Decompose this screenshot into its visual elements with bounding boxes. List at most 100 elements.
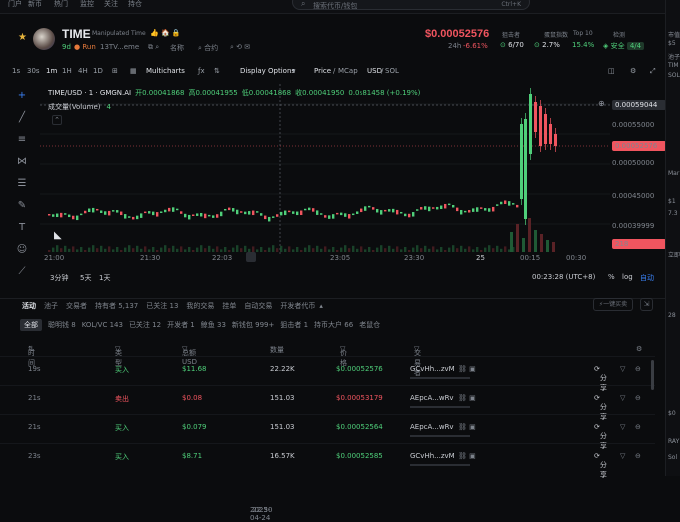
filter-followed[interactable]: 已关注 12	[129, 320, 161, 330]
filter-dev[interactable]: 开发者 1	[167, 320, 195, 330]
table-settings-icon[interactable]: ⚙	[636, 345, 642, 353]
emoji-icon[interactable]: ☺	[16, 244, 28, 256]
usd-toggle[interactable]: USD	[367, 67, 382, 75]
table-row[interactable]: 23s 买入 $8.71 16.57K $0.00052585 GCvHh...zvM ⛓ …	[0, 443, 655, 479]
mcap-toggle[interactable]: MCap	[338, 67, 358, 75]
settings-icon[interactable]: ⚙	[630, 67, 636, 75]
filter-icon[interactable]: ▽	[620, 452, 625, 460]
tab-pools[interactable]: 池子	[44, 301, 58, 311]
col-price[interactable]: 价格 ▽	[340, 345, 347, 367]
filter-all[interactable]: 全部	[20, 319, 42, 331]
ruler-icon[interactable]: ⟋	[16, 266, 28, 278]
trade-trader[interactable]: AEpcA...wRv	[410, 423, 454, 431]
auto-toggle[interactable]: 自动	[640, 273, 654, 283]
compare-icon[interactable]: ⇅	[214, 67, 220, 75]
range-3m[interactable]: 3分钟	[50, 273, 68, 283]
filter-large-holders[interactable]: 持币大户 66	[314, 320, 353, 330]
col-trader[interactable]: 交易者 ▽	[414, 345, 421, 377]
more-icon[interactable]: ⊖	[635, 452, 641, 460]
copy-icon[interactable]: ⧉ ⌕	[148, 43, 159, 52]
share-button[interactable]: ⟳ 分享	[594, 423, 607, 450]
fullscreen-icon[interactable]: ⤢	[650, 67, 656, 76]
range-5d[interactable]: 5天	[80, 273, 91, 283]
interval-1m[interactable]: 1m	[46, 67, 57, 75]
horizontal-line-icon[interactable]: ≡	[16, 134, 28, 146]
tab-holders[interactable]: 持有者 5,137	[95, 301, 138, 311]
pattern-icon[interactable]: ⋈	[16, 156, 28, 168]
interval-4h[interactable]: 4H	[78, 67, 88, 75]
add-alert-icon[interactable]: ⊕	[598, 99, 605, 108]
trade-trader[interactable]: GCvHh...zvM	[410, 365, 455, 373]
table-row[interactable]: 19s 买入 $11.68 22.22K $0.00052576 GCvHh...zvM ⛓…	[0, 356, 655, 392]
col-total[interactable]: 总额 USD ▽	[182, 345, 197, 366]
filter-rat[interactable]: 老鼠仓	[359, 320, 380, 330]
contract-address[interactable]: 13TV...eme	[100, 43, 139, 51]
range-1d[interactable]: 1天	[99, 273, 110, 283]
table-row[interactable]: 21s 买入 $0.079 151.03 $0.00052564 AEpcA...wRv ⛓…	[0, 414, 655, 450]
filter-icon[interactable]: ▽	[620, 394, 625, 402]
interval-30s[interactable]: 30s	[27, 67, 40, 75]
share-button[interactable]: ⟳ 分享	[594, 394, 607, 421]
log-toggle[interactable]: log	[622, 273, 633, 281]
filter-icon[interactable]: ▽	[620, 423, 625, 431]
nav-item[interactable]: 热门	[54, 0, 68, 9]
share-button[interactable]: ⟳ 分享	[594, 365, 607, 392]
col-type[interactable]: 类型 ▽	[115, 345, 122, 367]
share-button[interactable]: ⟳ 分享	[594, 452, 607, 479]
crosshair-icon[interactable]: +	[16, 90, 28, 102]
tab-activity[interactable]: 活动	[22, 301, 36, 311]
interval-1s[interactable]: 1s	[12, 67, 20, 75]
tab-dev-tokens[interactable]: 开发者代币	[280, 301, 315, 311]
name-search[interactable]: 名称	[170, 43, 184, 53]
multicharts-icon[interactable]: ▦	[130, 67, 137, 75]
table-scrollbar[interactable]	[651, 360, 654, 390]
tab-orders[interactable]: 挂单	[222, 301, 236, 311]
table-row[interactable]: 21s 卖出 $0.08 151.03 $0.00053179 AEpcA...wRv ⛓ …	[0, 385, 655, 421]
nav-item[interactable]: 监控	[80, 0, 94, 9]
favorite-star-icon[interactable]: ★	[18, 32, 27, 43]
collapse-legend-icon[interactable]: ⌃	[52, 115, 62, 125]
one-click-trade-button[interactable]: ⚡一键买卖	[593, 298, 633, 311]
display-options-button[interactable]: Display Options	[240, 67, 295, 75]
price-toggle[interactable]: Price	[314, 67, 331, 75]
tab-traders[interactable]: 交易者	[66, 301, 87, 311]
tab-auto-trade[interactable]: 自动交易	[244, 301, 272, 311]
camera-icon[interactable]: ◫	[608, 67, 615, 75]
indicators-icon[interactable]: ƒx	[198, 67, 205, 75]
filter-kol[interactable]: KOL/VC 143	[82, 321, 123, 329]
social-icons[interactable]: 👍 🏠 🔒	[150, 29, 181, 37]
search-box[interactable]: ⌕ 搜索代币/钱包 Ctrl+K	[292, 0, 530, 10]
trade-trader[interactable]: AEpcA...wRv	[410, 394, 454, 402]
trade-trader[interactable]: GCvHh...zvM	[410, 452, 455, 460]
filter-snipers[interactable]: 狙击者 1	[280, 320, 308, 330]
interval-1d[interactable]: 1D	[93, 67, 103, 75]
multicharts-button[interactable]: Multicharts	[146, 67, 185, 75]
nav-item[interactable]: 门户	[8, 0, 22, 9]
col-time[interactable]: 时间 ⇅	[28, 345, 35, 367]
tab-followed[interactable]: 已关注 13	[146, 301, 178, 311]
text-icon[interactable]: T	[16, 222, 28, 234]
nav-item[interactable]: 持仓	[128, 0, 142, 9]
brush-icon[interactable]: ✎	[16, 200, 28, 212]
percent-toggle[interactable]: %	[608, 273, 615, 281]
filter-icon[interactable]: ▽	[620, 365, 625, 373]
more-icon[interactable]: ⊖	[635, 423, 641, 431]
filter-whales[interactable]: 鲸鱼 33	[201, 320, 226, 330]
nav-item[interactable]: 新币	[28, 0, 42, 9]
chevron-down-icon[interactable]: ▾	[292, 67, 296, 75]
share-icons[interactable]: ⌕ ⟲ ✉	[230, 43, 250, 52]
pin-icon[interactable]: ⇲	[640, 298, 653, 311]
more-icon[interactable]: ⊖	[635, 394, 641, 402]
chevron-up-icon[interactable]: ▴	[319, 302, 323, 310]
fib-icon[interactable]: ☰	[16, 178, 28, 190]
filter-smart-money[interactable]: 聪明钱 8	[48, 320, 76, 330]
trendline-icon[interactable]: ╱	[16, 112, 28, 124]
more-icon[interactable]: ⊖	[635, 365, 641, 373]
price-chart[interactable]: ◣	[40, 84, 665, 272]
contract-search[interactable]: ⌕ 合约	[198, 43, 218, 53]
audit-value[interactable]: ◈ 安全 4/4	[603, 41, 645, 51]
interval-1h[interactable]: 1H	[62, 67, 72, 75]
tab-my-trades[interactable]: 我的交易	[186, 301, 214, 311]
nav-item[interactable]: 关注	[104, 0, 118, 9]
candle-type-icon[interactable]: ⊞	[112, 67, 118, 75]
